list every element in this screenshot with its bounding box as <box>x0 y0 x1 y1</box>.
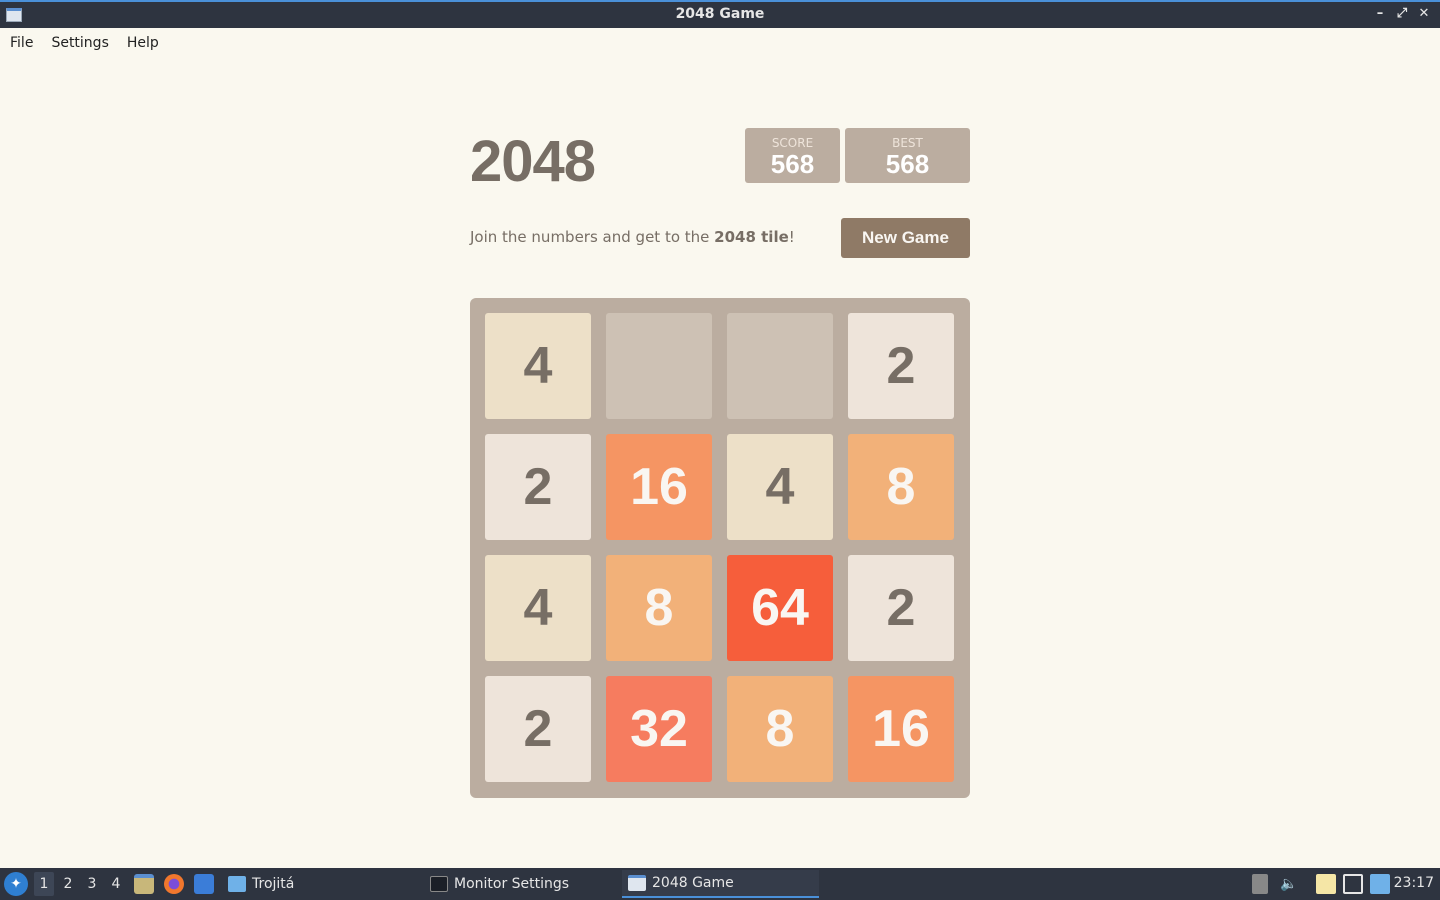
menu-help[interactable]: Help <box>119 35 167 51</box>
window-titlebar: 2048 Game – ⤢ ✕ <box>0 0 1440 28</box>
game-board[interactable]: 4 2 2 16 4 8 4 8 64 2 2 32 8 16 <box>470 298 970 798</box>
empty-cell <box>606 313 712 419</box>
maximize-button[interactable]: ⤢ <box>1394 6 1410 22</box>
tile-16: 16 <box>606 434 712 540</box>
tile-16: 16 <box>848 676 954 782</box>
best-value: 568 <box>885 149 930 179</box>
new-game-button[interactable]: New Game <box>841 218 970 258</box>
window-title: 2048 Game <box>675 6 765 22</box>
intro-goal: 2048 tile <box>714 228 789 246</box>
desktop-icon[interactable] <box>194 874 214 894</box>
score-label: SCORE <box>771 136 814 150</box>
tile-4: 4 <box>485 555 591 661</box>
start-menu-icon[interactable]: ✦ <box>4 872 28 896</box>
tile-8: 8 <box>606 555 712 661</box>
tile-4: 4 <box>727 434 833 540</box>
task-label: Trojitá <box>252 876 295 892</box>
tile-4: 4 <box>485 313 591 419</box>
game-intro: Join the numbers and get to the 2048 til… <box>470 228 795 246</box>
desktop-1-button[interactable]: 1 <box>34 872 54 896</box>
task-label: Monitor Settings <box>454 876 570 892</box>
desktop-3-button[interactable]: 3 <box>82 872 102 896</box>
tile-2: 2 <box>848 555 954 661</box>
task-label: 2048 Game <box>652 875 734 891</box>
tile-32: 32 <box>606 676 712 782</box>
clipboard-icon[interactable] <box>1316 874 1336 894</box>
mail-icon <box>228 876 246 892</box>
empty-cell <box>727 313 833 419</box>
best-label: BEST <box>892 136 923 150</box>
best-score-box: BEST 568 <box>845 128 970 183</box>
tile-64: 64 <box>727 555 833 661</box>
minimize-button[interactable]: – <box>1372 6 1388 22</box>
firefox-icon[interactable] <box>164 874 184 894</box>
file-manager-icon[interactable] <box>134 874 154 894</box>
task-monitor-settings[interactable]: Monitor Settings <box>428 870 618 898</box>
taskbar: ✦ 1 2 3 4 Trojitá Monitor Settings 2048 … <box>0 868 1440 900</box>
tile-8: 8 <box>727 676 833 782</box>
tile-2: 2 <box>848 313 954 419</box>
task-trojita[interactable]: Trojitá <box>226 870 416 898</box>
intro-text: Join the numbers and get to the <box>470 228 715 246</box>
volume-icon[interactable]: 🔈 <box>1280 874 1298 894</box>
score-value: 568 <box>770 149 815 179</box>
tile-8: 8 <box>848 434 954 540</box>
menu-file[interactable]: File <box>2 35 41 51</box>
tile-2: 2 <box>485 676 591 782</box>
window-icon <box>628 875 646 891</box>
score-box: SCORE 568 <box>745 128 840 183</box>
mail-notify-icon[interactable] <box>1370 874 1390 894</box>
clock: 23:17 <box>1393 875 1434 891</box>
task-2048-game[interactable]: 2048 Game <box>622 870 819 898</box>
game-title: 2048 <box>470 129 596 194</box>
monitor-icon <box>430 876 448 892</box>
close-button[interactable]: ✕ <box>1416 6 1432 22</box>
desktop-2-button[interactable]: 2 <box>58 872 78 896</box>
intro-suffix: ! <box>788 228 795 246</box>
tile-2: 2 <box>485 434 591 540</box>
screen-icon[interactable] <box>1343 874 1363 894</box>
removable-drive-icon[interactable] <box>1252 874 1268 894</box>
desktop-4-button[interactable]: 4 <box>106 872 126 896</box>
menu-settings[interactable]: Settings <box>43 35 116 51</box>
menubar: File Settings Help <box>0 28 1440 58</box>
